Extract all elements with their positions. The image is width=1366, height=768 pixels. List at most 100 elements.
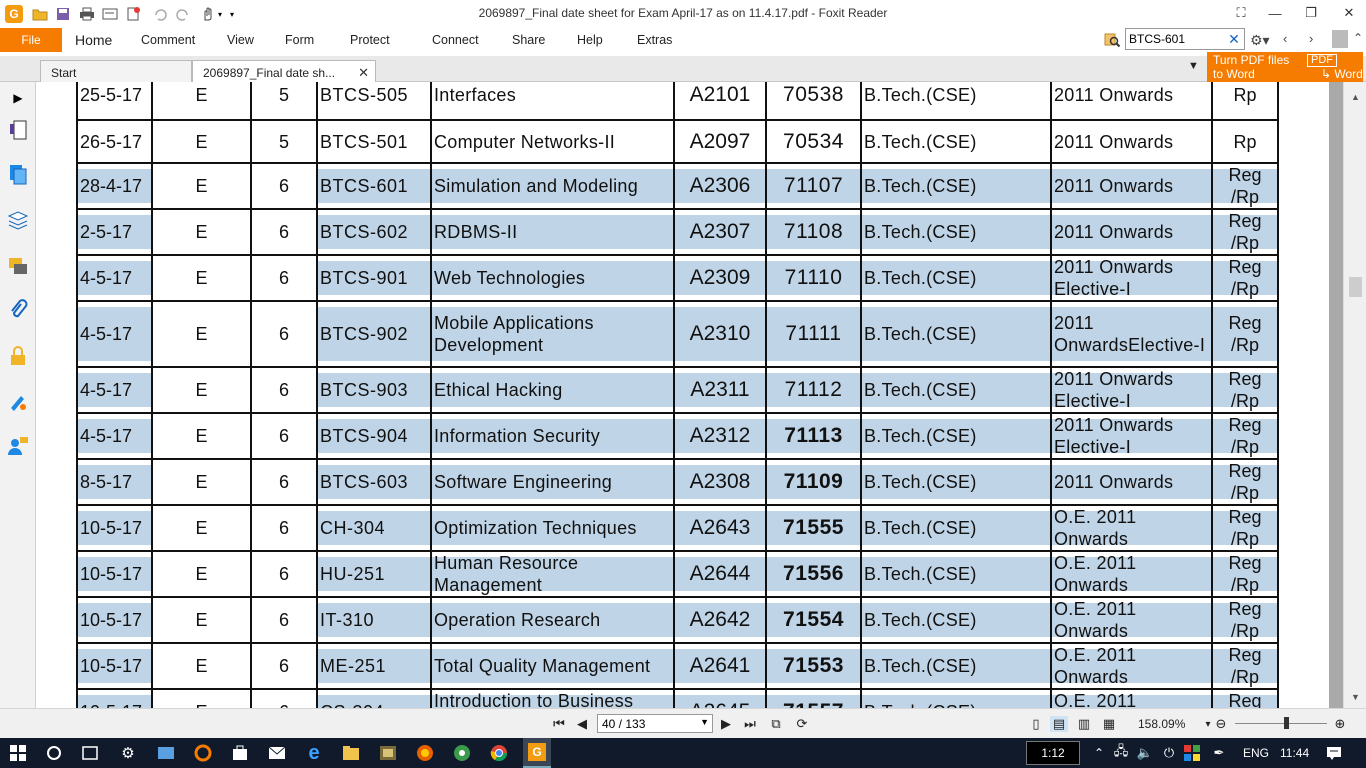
store-icon[interactable]	[229, 742, 251, 764]
collapse-ribbon-icon[interactable]: ⌃	[1353, 31, 1363, 45]
next-result-icon[interactable]: ›	[1309, 31, 1323, 47]
clear-search-icon[interactable]: ✕	[1226, 31, 1242, 47]
single-page-view-icon[interactable]: ▯	[1027, 716, 1045, 732]
vertical-scrollbar[interactable]: ▲ ▼	[1343, 82, 1366, 708]
search-field[interactable]: ✕	[1125, 28, 1245, 50]
cortana-search-icon[interactable]	[43, 742, 65, 764]
menu-connect[interactable]: Connect	[432, 33, 479, 47]
control-panel-icon[interactable]	[155, 742, 177, 764]
zoom-slider-thumb[interactable]	[1284, 717, 1289, 729]
close-tab-icon[interactable]: ✕	[358, 65, 369, 81]
facing-view-icon[interactable]: ▥	[1075, 716, 1093, 732]
pen-tray-icon[interactable]: ✒	[1208, 742, 1230, 764]
green-app-icon[interactable]	[451, 742, 473, 764]
last-page-icon[interactable]: ⏭	[741, 716, 759, 732]
language-indicator[interactable]: ENG	[1243, 746, 1269, 760]
print-icon[interactable]	[79, 6, 95, 22]
pages-icon[interactable]	[6, 162, 30, 186]
save-icon[interactable]	[55, 6, 71, 22]
properties-icon[interactable]	[102, 6, 118, 22]
security-lock-icon[interactable]	[6, 344, 30, 368]
expand-panel-icon[interactable]: ▶	[6, 86, 30, 110]
cell-pc: 71553	[765, 642, 862, 690]
cell-ac: A2310	[673, 300, 767, 368]
show-hidden-icons-icon[interactable]: ⌃	[1088, 742, 1110, 764]
menu-protect[interactable]: Protect	[350, 33, 390, 47]
maximize-button[interactable]: ❐	[1296, 3, 1326, 23]
cell-e: E	[151, 366, 252, 414]
hand-tool-icon[interactable]	[200, 6, 216, 22]
undo-icon[interactable]	[152, 6, 168, 22]
close-window-button[interactable]: ✕	[1334, 3, 1364, 23]
media-app-icon[interactable]	[377, 742, 399, 764]
cell-sem: 6	[250, 596, 318, 644]
page-thumbnail-icon[interactable]	[6, 118, 30, 142]
file-menu-button[interactable]: File	[0, 28, 62, 52]
mail-icon[interactable]	[266, 742, 288, 764]
signature-icon[interactable]	[6, 390, 30, 414]
cell-code: ME-251	[316, 642, 432, 690]
zoom-out-icon[interactable]: ⊖	[1212, 716, 1230, 732]
page-dropdown-icon[interactable]: ▼	[700, 717, 709, 727]
settings-icon[interactable]: ⚙	[117, 742, 139, 764]
menu-help[interactable]: Help	[577, 33, 603, 47]
file-explorer-icon[interactable]	[340, 742, 362, 764]
zoom-in-icon[interactable]: ⊕	[1331, 716, 1349, 732]
promo-pdf-badge: PDF	[1307, 54, 1337, 67]
customize-quick-access-icon[interactable]: ▾	[228, 6, 236, 22]
menu-form[interactable]: Form	[285, 33, 314, 47]
power-icon[interactable]: ⏻	[1158, 742, 1180, 764]
previous-result-icon[interactable]: ‹	[1283, 31, 1297, 47]
search-input[interactable]	[1126, 29, 1222, 49]
pdf-to-word-banner[interactable]: Turn PDF files to Word PDF ↳ Word	[1207, 52, 1363, 82]
continuous-view-icon[interactable]: ▤	[1050, 716, 1068, 732]
menu-share[interactable]: Share	[512, 33, 545, 47]
browser-refresh-icon[interactable]	[192, 742, 214, 764]
user-avatar-icon[interactable]	[1332, 30, 1348, 48]
colorful-tray-icon[interactable]	[1181, 742, 1203, 764]
network-icon[interactable]: 🖧	[1110, 742, 1132, 764]
firefox-icon[interactable]	[414, 742, 436, 764]
foxit-reader-taskbar-icon[interactable]: G	[523, 738, 551, 768]
edge-browser-icon[interactable]: e	[303, 742, 325, 764]
volume-icon[interactable]: 🔈	[1134, 742, 1156, 764]
scroll-thumb[interactable]	[1349, 277, 1362, 297]
scroll-down-icon[interactable]: ▼	[1351, 692, 1360, 702]
menu-extras[interactable]: Extras	[637, 33, 672, 47]
user-comment-icon[interactable]	[6, 434, 30, 458]
next-page-icon[interactable]: ▶	[717, 716, 735, 732]
comments-icon[interactable]	[6, 254, 30, 278]
rotate-icon[interactable]: ⟳	[793, 716, 811, 732]
taskbar-clock-widget[interactable]: 1:12	[1026, 741, 1080, 765]
menu-comment[interactable]: Comment	[141, 33, 195, 47]
menu-view[interactable]: View	[227, 33, 254, 47]
hand-tool-dropdown-icon[interactable]: ▾	[216, 6, 224, 22]
settings-gear-icon[interactable]: ⚙▾	[1250, 32, 1274, 48]
tab-list-dropdown-icon[interactable]: ▼	[1188, 60, 1199, 72]
find-icon[interactable]	[1103, 31, 1121, 49]
extract-pages-icon[interactable]: ⧉	[767, 716, 785, 732]
task-view-icon[interactable]	[79, 742, 101, 764]
menu-home[interactable]: Home	[75, 32, 112, 48]
system-clock[interactable]: 11:44	[1280, 746, 1309, 760]
page-number-field[interactable]: 40 / 133 ▼	[597, 714, 713, 733]
tab-document[interactable]: 2069897_Final date sh... ✕	[192, 60, 376, 83]
tab-start[interactable]: Start	[40, 60, 192, 83]
fullscreen-icon[interactable]: ⛶	[1226, 3, 1256, 23]
redo-icon[interactable]	[175, 6, 191, 22]
chrome-icon[interactable]	[488, 742, 510, 764]
attachments-icon[interactable]	[6, 298, 30, 322]
minimize-button[interactable]: —	[1260, 3, 1290, 23]
previous-page-icon[interactable]: ◀	[573, 716, 591, 732]
scroll-up-icon[interactable]: ▲	[1351, 92, 1360, 102]
first-page-icon[interactable]: ⏮	[550, 716, 568, 732]
zoom-slider[interactable]	[1235, 723, 1327, 724]
continuous-facing-view-icon[interactable]: ▦	[1100, 716, 1118, 732]
foxit-logo-icon[interactable]: G	[5, 5, 23, 23]
windows-start-icon[interactable]	[7, 742, 29, 764]
action-center-icon[interactable]	[1323, 742, 1345, 764]
document-view[interactable]: 25-5-17 E 5 BTCS-505 Interfaces A2101 70538 B.T…	[37, 82, 1343, 708]
layers-icon[interactable]	[6, 208, 30, 232]
open-folder-icon[interactable]	[32, 6, 48, 22]
new-document-icon[interactable]	[125, 6, 141, 22]
